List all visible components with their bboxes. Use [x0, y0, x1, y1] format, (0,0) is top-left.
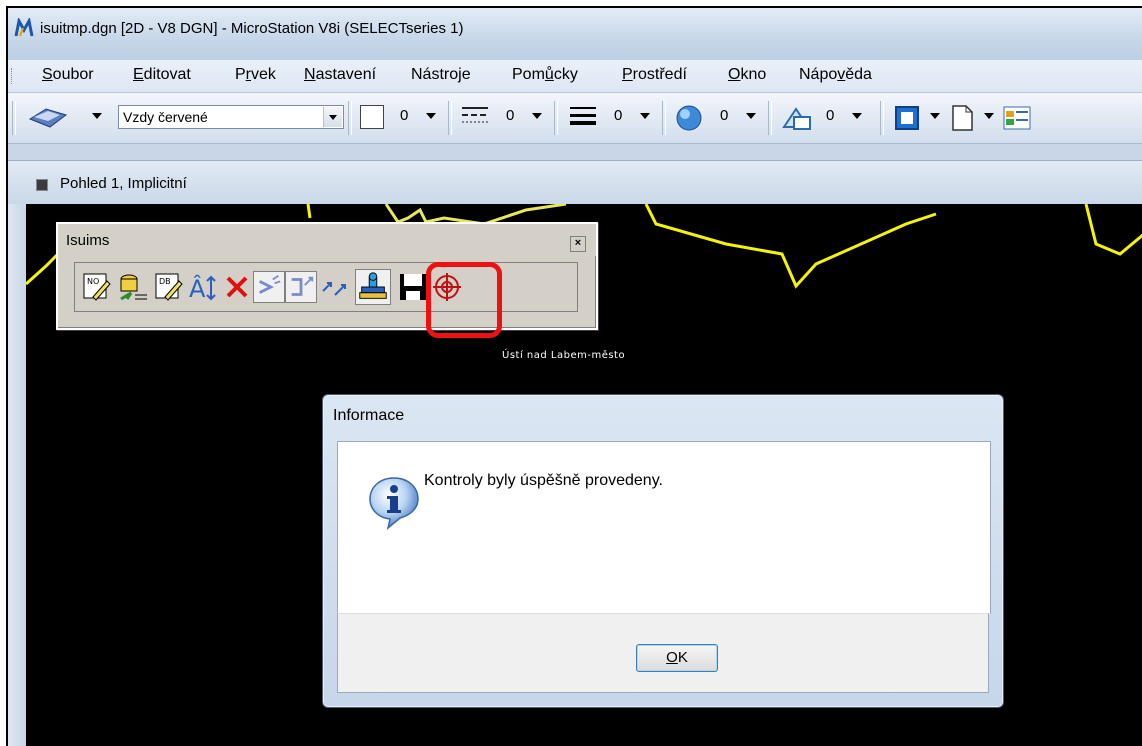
close-icon[interactable]: × — [570, 236, 586, 252]
database-user-icon[interactable] — [117, 271, 149, 303]
import-element-icon[interactable] — [253, 271, 285, 303]
dialog-title: Informace — [333, 407, 405, 424]
toolbox-title-bar[interactable]: Isuims × — [58, 224, 596, 256]
priority-shapes-icon[interactable] — [780, 103, 814, 133]
menu-grip[interactable] — [11, 68, 15, 84]
toolbar-grip[interactable] — [12, 101, 16, 135]
information-dialog: Informace Kontroly byly úspěšně proveden… — [322, 394, 1004, 708]
menu-nastroje[interactable]: Nástroje — [411, 66, 471, 84]
view-window-icon[interactable] — [36, 179, 48, 191]
color-dropdown-icon[interactable] — [426, 113, 436, 119]
stamp-check-icon[interactable] — [355, 269, 391, 305]
title-bar[interactable]: isuitmp.dgn [2D - V8 DGN] - MicroStation… — [8, 8, 1142, 60]
save-disk-icon[interactable] — [397, 271, 429, 303]
edit-no-form-icon[interactable]: NO — [81, 271, 113, 303]
properties-panel-icon[interactable] — [1002, 105, 1032, 131]
application-window: isuitmp.dgn [2D - V8 DGN] - MicroStation… — [6, 6, 1142, 746]
toolbar-separator — [662, 101, 666, 135]
view-window-header[interactable]: Pohled 1, Implicitní — [8, 160, 1142, 205]
color-swatch-icon[interactable] — [360, 105, 384, 129]
priority-value: 0 — [826, 107, 835, 124]
dialog-body: Kontroly byly úspěšně provedeny. — [337, 441, 991, 614]
delete-icon[interactable] — [221, 271, 253, 303]
menu-nastaveni[interactable]: Nastavení — [304, 66, 376, 84]
line-weight-icon[interactable] — [568, 104, 598, 130]
transparency-value: 0 — [720, 107, 729, 124]
svg-text:DB: DB — [159, 277, 171, 286]
menu-napoveda[interactable]: Nápověda — [799, 66, 872, 84]
swap-arrows-icon[interactable] — [319, 271, 351, 303]
line-style-icon[interactable] — [460, 104, 490, 130]
ok-button[interactable]: OK — [636, 644, 718, 672]
menu-prostredi[interactable]: Prostředí — [622, 66, 687, 84]
menu-editovat[interactable]: Editovat — [133, 66, 191, 84]
level-manager-icon[interactable] — [26, 103, 72, 133]
info-icon — [369, 477, 419, 530]
highlight-ring — [426, 262, 502, 338]
active-level-select[interactable]: Vzdy červené — [118, 105, 344, 129]
dialog-footer: OK — [337, 613, 989, 693]
active-level-value: Vzdy červené — [123, 109, 208, 125]
microstation-logo-icon — [14, 18, 34, 37]
attributes-toolbar: Vzdy červené 0 0 0 0 0 — [8, 93, 1142, 144]
dialog-message: Kontroly byly úspěšně provedeny. — [424, 472, 663, 489]
svg-text:NO: NO — [87, 277, 99, 286]
export-element-icon[interactable] — [285, 271, 317, 303]
element-class-icon[interactable] — [892, 103, 922, 133]
view-window-border — [8, 204, 26, 746]
menu-prvek[interactable]: Prvek — [235, 66, 276, 84]
element-class-dropdown-icon[interactable] — [930, 113, 940, 119]
map-place-label: Ústí nad Labem-město — [502, 350, 626, 361]
window-title: isuitmp.dgn [2D - V8 DGN] - MicroStation… — [40, 20, 464, 37]
template-dropdown-icon[interactable] — [984, 113, 994, 119]
toolbar-separator — [768, 101, 772, 135]
toolbar-separator — [348, 101, 352, 135]
template-page-icon[interactable] — [948, 103, 976, 133]
transparency-globe-icon[interactable] — [674, 103, 704, 133]
line-weight-dropdown-icon[interactable] — [640, 113, 650, 119]
menu-soubor[interactable]: Soubor — [42, 66, 94, 84]
toolbar-separator — [554, 101, 558, 135]
line-weight-value: 0 — [614, 107, 623, 124]
menu-pomucky[interactable]: Pomůcky — [512, 66, 578, 84]
toolbox-tools: NO DB Â — [74, 262, 578, 312]
toolbar-separator — [880, 101, 884, 135]
priority-dropdown-icon[interactable] — [852, 113, 862, 119]
line-style-value: 0 — [506, 107, 515, 124]
transparency-dropdown-icon[interactable] — [746, 113, 756, 119]
isuims-toolbox: Isuims × NO DB Â — [56, 222, 598, 330]
edit-db-form-icon[interactable]: DB — [153, 271, 185, 303]
chevron-down-icon[interactable] — [323, 107, 342, 127]
svg-text:Â: Â — [189, 274, 206, 303]
toolbar-separator — [448, 101, 452, 135]
color-value: 0 — [400, 107, 409, 124]
level-manager-dropdown-icon[interactable] — [92, 113, 102, 119]
view-title: Pohled 1, Implicitní — [60, 175, 187, 192]
menu-bar: Soubor Editovat Prvek Nastavení Nástroje… — [8, 60, 1142, 93]
menu-okno[interactable]: Okno — [728, 66, 766, 84]
toolbox-title: Isuims — [66, 232, 110, 249]
line-style-dropdown-icon[interactable] — [532, 113, 542, 119]
text-attribute-icon[interactable]: Â — [187, 271, 219, 303]
